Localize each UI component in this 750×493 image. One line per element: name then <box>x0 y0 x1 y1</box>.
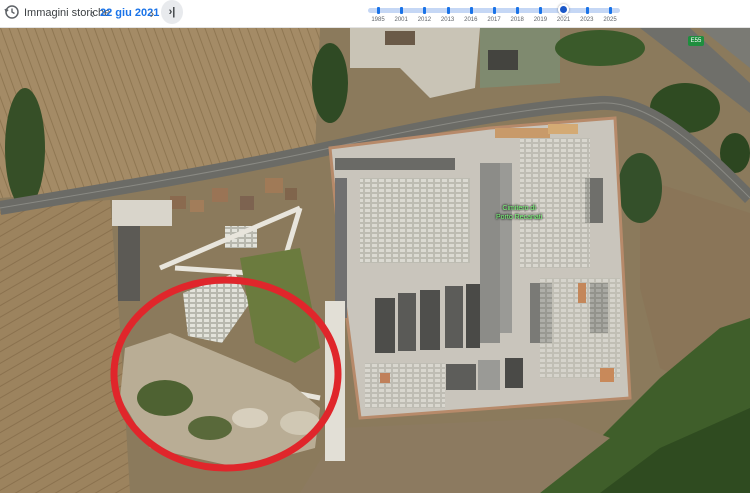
timeline-tick[interactable] <box>585 7 589 14</box>
field <box>0 200 130 493</box>
history-clock-icon <box>4 5 19 19</box>
skip-to-latest-icon: ›| <box>168 6 176 18</box>
timeline-year-1985[interactable]: 1985 <box>371 17 384 23</box>
vegetation <box>188 416 232 440</box>
historical-imagery-toolbar: Immagini storiche ‹ 22 giu 2021 › ›| 198… <box>0 0 750 28</box>
timeline-tick[interactable] <box>423 7 427 14</box>
timeline-year-labels: 1985 2001 2012 2013 2016 2017 2018 2019 2021 2023… <box>368 17 620 27</box>
timeline-year-2019[interactable]: 2019 <box>534 17 547 23</box>
chevron-right-icon: › <box>149 5 155 21</box>
courtyard <box>112 200 172 226</box>
cemetery-label-line1: Cimitero di <box>502 205 536 212</box>
chevron-left-icon: ‹ <box>89 5 95 21</box>
skip-to-latest-button[interactable]: ›| <box>161 0 183 24</box>
trees <box>618 153 662 223</box>
previous-date-button[interactable]: ‹ <box>85 5 99 21</box>
cemetery-map-label[interactable]: Cimitero di Porto Recanati <box>496 204 542 222</box>
timeline-handle[interactable] <box>557 4 569 15</box>
tree-row <box>5 88 45 208</box>
timeline-year-2021[interactable]: 2021 <box>557 17 570 23</box>
timeline-tick[interactable] <box>493 7 496 14</box>
trees <box>555 30 645 66</box>
timeline-tick[interactable] <box>400 7 404 14</box>
timeline-year-2025[interactable]: 2025 <box>603 17 616 23</box>
timeline-year-2018[interactable]: 2018 <box>511 17 524 23</box>
timeline-year-2001[interactable]: 2001 <box>395 17 408 23</box>
road-number-shield: E55 <box>688 36 704 46</box>
timeline-tick[interactable] <box>446 7 450 14</box>
cemetery-label-line2: Porto Recanati <box>496 214 543 221</box>
timeline-tick[interactable] <box>516 7 520 14</box>
timeline-year-2023[interactable]: 2023 <box>580 17 593 23</box>
timeline-slider[interactable]: 1985 2001 2012 2013 2016 2017 2018 2019 2021 2023… <box>368 4 620 26</box>
tree-row <box>312 43 348 123</box>
building <box>488 50 518 70</box>
building <box>385 31 415 45</box>
timeline-tick[interactable] <box>609 7 612 14</box>
satellite-map[interactable]: E55 Cimitero di Porto Recanati <box>0 28 750 493</box>
timeline-year-2012[interactable]: 2012 <box>418 17 431 23</box>
timeline-year-2013[interactable]: 2013 <box>441 17 454 23</box>
timeline-tick[interactable] <box>469 7 473 14</box>
next-date-button[interactable]: › <box>145 5 159 21</box>
rubble <box>232 408 268 428</box>
timeline-year-2016[interactable]: 2016 <box>464 17 477 23</box>
timeline-year-2017[interactable]: 2017 <box>487 17 500 23</box>
timeline-tick[interactable] <box>377 7 380 14</box>
vegetation <box>137 380 193 416</box>
timeline-tick[interactable] <box>539 7 543 14</box>
satellite-imagery <box>0 28 750 493</box>
building <box>118 226 140 301</box>
